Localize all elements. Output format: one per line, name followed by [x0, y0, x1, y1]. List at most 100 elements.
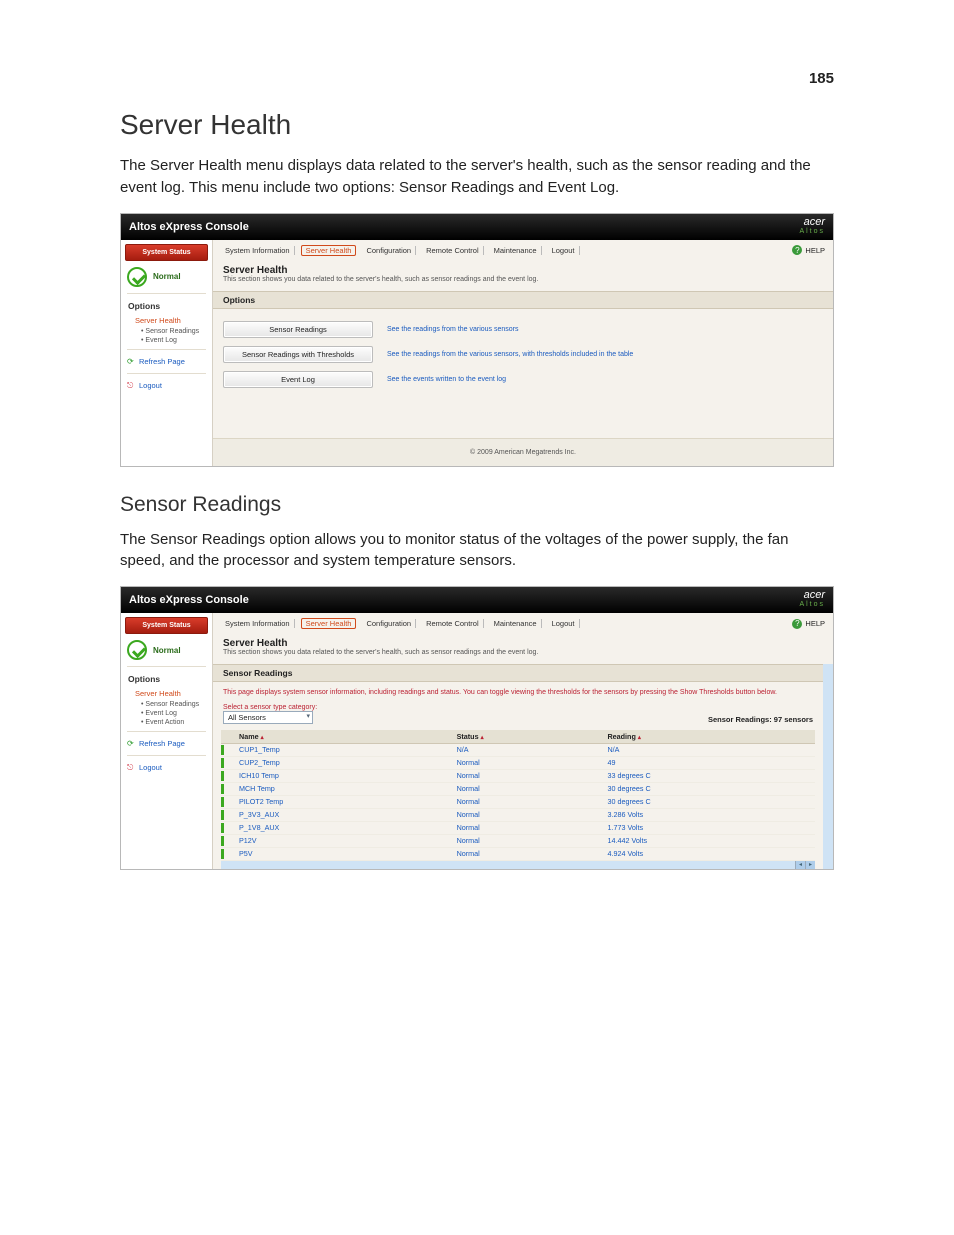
screenshot-sensor-readings: Altos eXpress Console acer Altos System … [120, 586, 834, 870]
console-title: Altos eXpress Console [129, 221, 249, 233]
cell-status: Normal [451, 769, 602, 782]
sidebar-refresh-page[interactable]: ⟳Refresh Page [121, 736, 212, 751]
cell-reading: 3.286 Volts [601, 808, 815, 821]
sidebar-refresh-page[interactable]: ⟳Refresh Page [121, 354, 212, 369]
desc-sensor-readings-thresholds: See the readings from the various sensor… [387, 351, 633, 358]
col-reading[interactable]: Reading ▴ [601, 730, 815, 744]
scroll-left-icon[interactable]: ◂ [795, 861, 805, 869]
tab-maintenance[interactable]: Maintenance [490, 619, 542, 628]
cell-name: P5V [233, 847, 451, 860]
sensor-readings-description: This page displays system sensor informa… [213, 682, 823, 702]
sensor-type-select[interactable]: All Sensors [223, 711, 313, 724]
sensor-select-label: Select a sensor type category: [223, 704, 317, 711]
table-row[interactable]: PILOT2 TempNormal30 degrees C [221, 795, 815, 808]
button-sensor-readings[interactable]: Sensor Readings [223, 321, 373, 338]
sort-icon: ▴ [481, 735, 484, 741]
section-desc: This section shows you data related to t… [223, 649, 823, 656]
sidebar-system-status[interactable]: System Status [125, 617, 208, 634]
help-link[interactable]: ? HELP [792, 245, 825, 255]
table-row[interactable]: ICH10 TempNormal33 degrees C [221, 769, 815, 782]
cell-name: PILOT2 Temp [233, 795, 451, 808]
refresh-icon: ⟳ [127, 357, 134, 366]
sidebar-logout[interactable]: ⎋Logout [121, 378, 212, 393]
status-bar-icon [221, 745, 224, 755]
acer-logo: acer [804, 218, 825, 227]
sidebar-sub-sensor-readings[interactable]: Sensor Readings [121, 700, 212, 709]
status-bar-icon [221, 784, 224, 794]
cell-name: P_3V3_AUX [233, 808, 451, 821]
cell-reading: 30 degrees C [601, 782, 815, 795]
tab-remote-control[interactable]: Remote Control [422, 619, 484, 628]
sidebar-sub-event-log[interactable]: Event Log [121, 336, 212, 345]
cell-reading: 4.924 Volts [601, 847, 815, 860]
cell-reading: 14.442 Volts [601, 834, 815, 847]
brand-logo: acer Altos [799, 218, 825, 236]
tab-system-information[interactable]: System Information [221, 619, 295, 628]
cell-name: CUP1_Temp [233, 743, 451, 756]
status-bar-icon [221, 810, 224, 820]
status-normal: Normal [153, 646, 181, 655]
button-event-log[interactable]: Event Log [223, 371, 373, 388]
tab-maintenance[interactable]: Maintenance [490, 246, 542, 255]
col-name[interactable]: Name ▴ [233, 730, 451, 744]
heading-server-health: Server Health [120, 109, 834, 141]
sidebar-item-server-health[interactable]: Server Health [121, 687, 212, 700]
sidebar-sub-sensor-readings[interactable]: Sensor Readings [121, 327, 212, 336]
tab-server-health[interactable]: Server Health [301, 618, 357, 629]
table-row[interactable]: CUP1_TempN/AN/A [221, 743, 815, 756]
table-row[interactable]: P_1V8_AUXNormal1.773 Volts [221, 821, 815, 834]
tab-remote-control[interactable]: Remote Control [422, 246, 484, 255]
cell-status: Normal [451, 782, 602, 795]
cell-status: N/A [451, 743, 602, 756]
panel-options: Options [213, 291, 833, 309]
paragraph-sensor-readings: The Sensor Readings option allows you to… [120, 529, 834, 573]
cell-name: CUP2_Temp [233, 756, 451, 769]
table-row[interactable]: P12VNormal14.442 Volts [221, 834, 815, 847]
tab-configuration[interactable]: Configuration [362, 246, 416, 255]
sidebar-item-server-health[interactable]: Server Health [121, 314, 212, 327]
altos-logo: Altos [799, 227, 825, 236]
help-link[interactable]: ? HELP [792, 619, 825, 629]
cell-reading: 49 [601, 756, 815, 769]
refresh-icon: ⟳ [127, 739, 134, 748]
cell-name: ICH10 Temp [233, 769, 451, 782]
cell-status: Normal [451, 847, 602, 860]
horizontal-scrollbar[interactable]: ◂▸ [221, 861, 815, 869]
tab-configuration[interactable]: Configuration [362, 619, 416, 628]
acer-logo: acer [804, 591, 825, 600]
tab-logout[interactable]: Logout [548, 619, 580, 628]
cell-reading: 1.773 Volts [601, 821, 815, 834]
screenshot-server-health: Altos eXpress Console acer Altos System … [120, 213, 834, 467]
table-row[interactable]: P_3V3_AUXNormal3.286 Volts [221, 808, 815, 821]
button-sensor-readings-thresholds[interactable]: Sensor Readings with Thresholds [223, 346, 373, 363]
cell-name: P12V [233, 834, 451, 847]
status-bar-icon [221, 836, 224, 846]
section-title: Server Health [223, 638, 823, 649]
sidebar-logout[interactable]: ⎋Logout [121, 760, 212, 775]
vertical-scrollbar[interactable] [823, 664, 833, 869]
scroll-right-icon[interactable]: ▸ [805, 861, 815, 869]
paragraph-server-health: The Server Health menu displays data rel… [120, 155, 834, 199]
desc-event-log: See the events written to the event log [387, 376, 506, 383]
cell-status: Normal [451, 808, 602, 821]
table-row[interactable]: P5VNormal4.924 Volts [221, 847, 815, 860]
tab-server-health[interactable]: Server Health [301, 245, 357, 256]
sort-icon: ▴ [638, 735, 641, 741]
cell-reading: N/A [601, 743, 815, 756]
sidebar-sub-event-log[interactable]: Event Log [121, 709, 212, 718]
tab-system-information[interactable]: System Information [221, 246, 295, 255]
table-row[interactable]: MCH TempNormal30 degrees C [221, 782, 815, 795]
altos-logo: Altos [799, 600, 825, 609]
check-circle-icon [127, 640, 147, 660]
sidebar-system-status[interactable]: System Status [125, 244, 208, 261]
sidebar-sub-event-action[interactable]: Event Action [121, 718, 212, 727]
sort-icon: ▴ [261, 735, 264, 741]
status-bar-icon [221, 758, 224, 768]
tab-logout[interactable]: Logout [548, 246, 580, 255]
table-row[interactable]: CUP2_TempNormal49 [221, 756, 815, 769]
desc-sensor-readings: See the readings from the various sensor… [387, 326, 519, 333]
sensor-count: Sensor Readings: 97 sensors [708, 715, 813, 724]
col-status[interactable]: Status ▴ [451, 730, 602, 744]
cell-status: Normal [451, 834, 602, 847]
help-icon: ? [792, 245, 802, 255]
